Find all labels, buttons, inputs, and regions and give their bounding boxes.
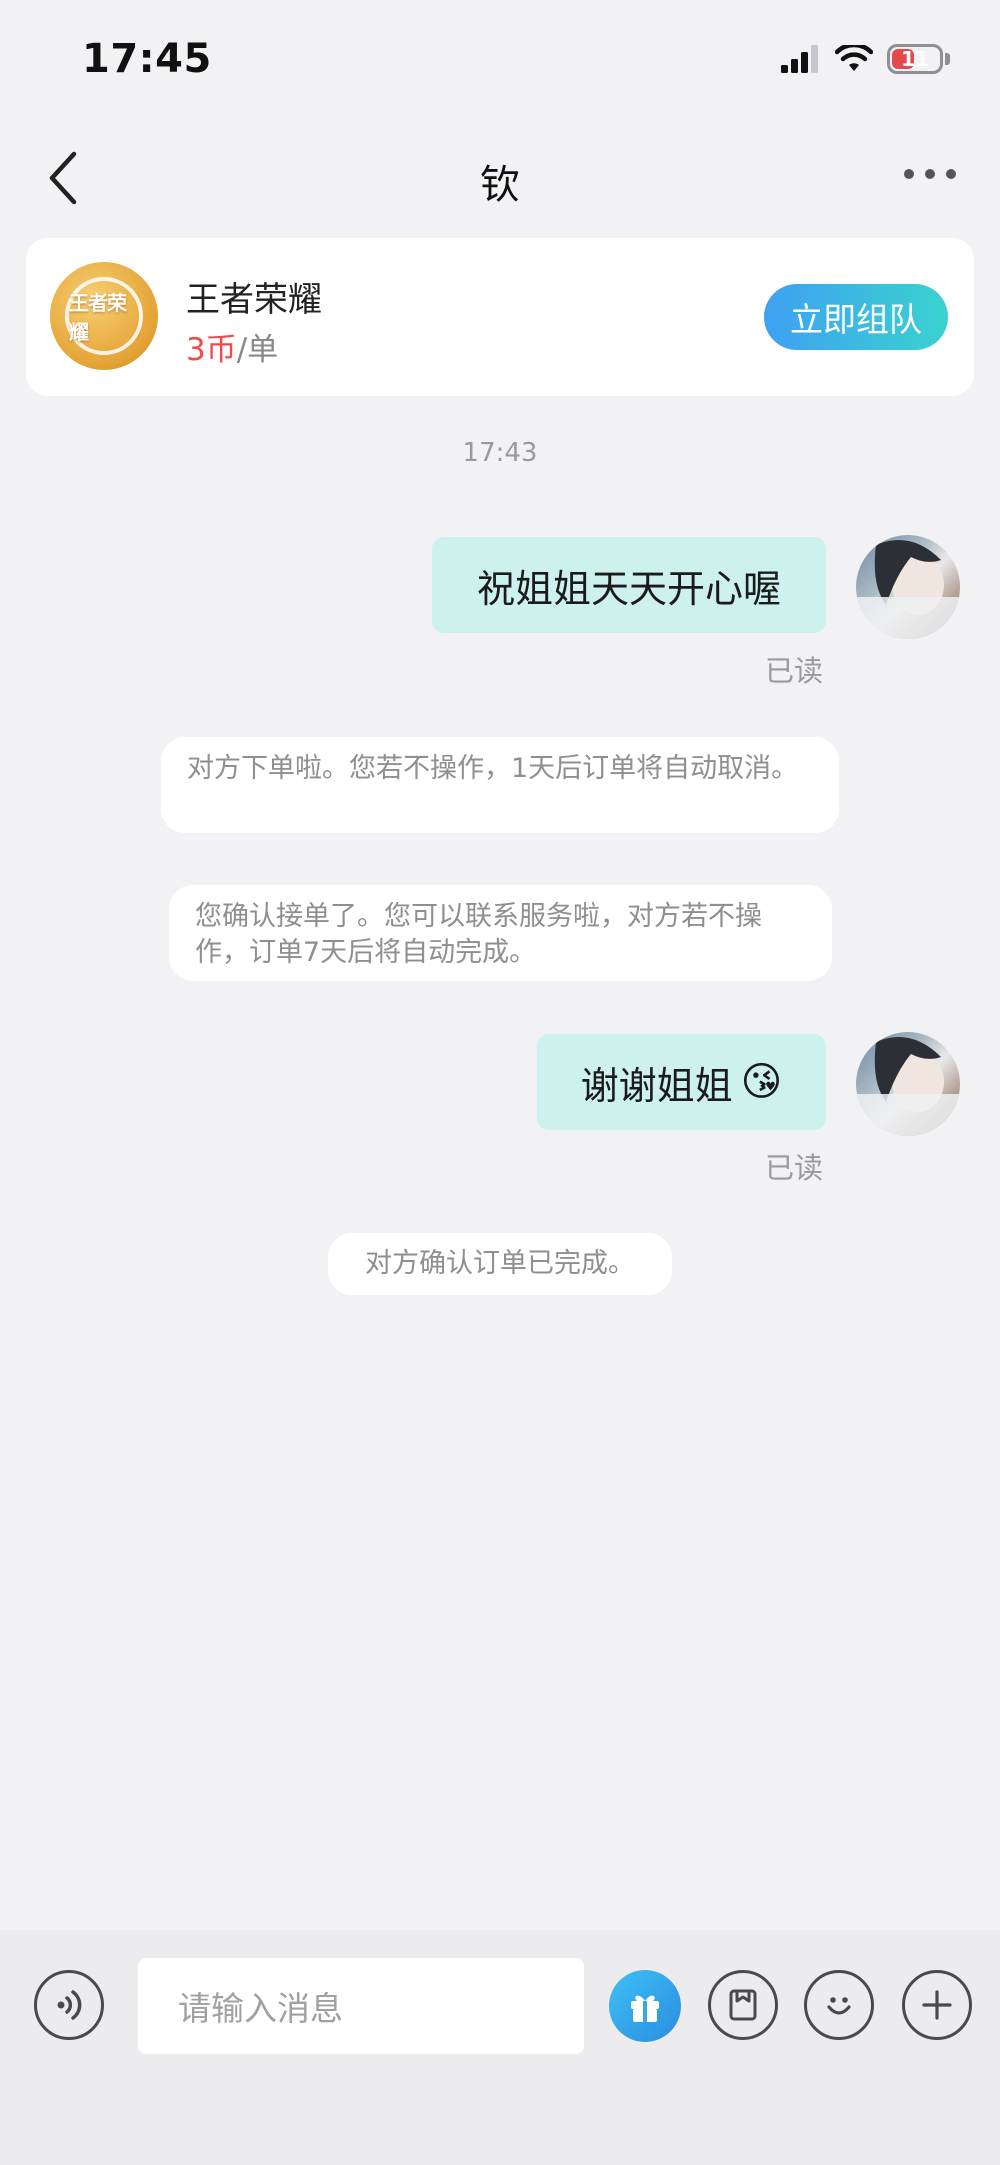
- game-price: 3币/单: [186, 324, 278, 369]
- order-icon: [729, 1989, 757, 2021]
- more-dot-icon: [904, 169, 914, 179]
- more-dot-icon: [925, 169, 935, 179]
- system-notice: 对方确认订单已完成。: [328, 1233, 672, 1295]
- game-logo-text: 王者荣耀: [65, 277, 143, 355]
- outgoing-message[interactable]: 祝姐姐天天开心喔: [432, 537, 826, 633]
- status-time: 17:45: [82, 36, 212, 82]
- avatar-image: [856, 540, 960, 639]
- outgoing-message[interactable]: 谢谢姐姐 😘: [537, 1034, 826, 1130]
- avatar[interactable]: [856, 535, 960, 639]
- emoji-icon: [827, 1997, 851, 2015]
- voice-icon: [57, 1990, 82, 2020]
- more-options-button[interactable]: [904, 160, 956, 188]
- kiss-emoji-icon: 😘: [740, 1059, 783, 1105]
- gift-button[interactable]: [609, 1970, 681, 2042]
- battery-icon: 11: [887, 44, 943, 74]
- battery-level: 11: [901, 47, 929, 71]
- page-title: 钦: [480, 162, 520, 208]
- wifi-icon: [835, 45, 873, 71]
- message-text: 祝姐姐天天开心喔: [476, 566, 781, 611]
- system-notice: 您确认接单了。您可以联系服务啦，对方若不操作，订单7天后将自动完成。: [169, 885, 832, 981]
- status-icons: 11: [781, 44, 950, 74]
- price-suffix: /单: [236, 332, 279, 368]
- emoji-button[interactable]: [804, 1970, 874, 2040]
- signal-icon: [781, 45, 818, 73]
- voice-button[interactable]: [34, 1970, 104, 2040]
- message-input[interactable]: 请输入消息: [138, 1958, 584, 2054]
- game-name: 王者荣耀: [186, 280, 322, 320]
- game-card: 王者荣耀 王者荣耀 3币/单 立即组队: [26, 238, 974, 396]
- more-dot-icon: [946, 169, 956, 179]
- avatar-image: [856, 1037, 960, 1136]
- system-notice: 对方下单啦。您若不操作，1天后订单将自动取消。: [161, 737, 839, 833]
- read-status: 已读: [765, 1151, 824, 1185]
- message-text: 谢谢姐姐: [580, 1063, 733, 1108]
- price-number: 3: [186, 332, 206, 368]
- avatar[interactable]: [856, 1032, 960, 1136]
- game-logo: 王者荣耀: [50, 262, 158, 370]
- price-unit: 币: [205, 332, 237, 368]
- chat-timestamp: 17:43: [462, 438, 538, 468]
- gift-icon: [631, 1995, 659, 2022]
- add-button[interactable]: [902, 1970, 972, 2040]
- team-up-button[interactable]: 立即组队: [764, 284, 948, 350]
- order-button[interactable]: [708, 1970, 778, 2040]
- add-icon: [922, 1990, 952, 2020]
- read-status: 已读: [765, 654, 824, 688]
